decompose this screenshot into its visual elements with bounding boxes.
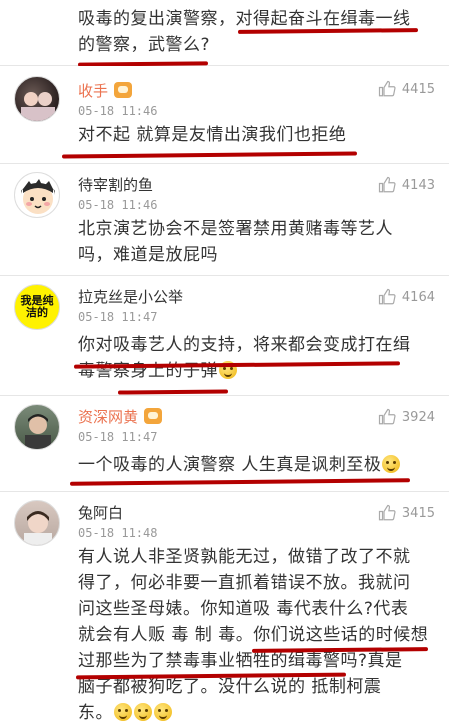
comment-item: 待宰割的鱼 05-18 11:46 4143 北京演艺协会不是签署禁用黄赌毒等艺… bbox=[0, 164, 449, 276]
like-count: 4143 bbox=[401, 177, 435, 193]
thumbs-up-icon bbox=[378, 176, 396, 193]
comment-line-text: 脑子都被狗吃了。没什么说的 抵制柯震 bbox=[78, 677, 382, 697]
comment-top-partial: 吸毒的复出演警察，对得起奋斗在缉毒一线 的警察，武警么? bbox=[0, 0, 449, 66]
like-button[interactable]: 3415 bbox=[378, 504, 435, 522]
comment-item: 兔阿白 05-18 11:48 3415 有人说人非圣贤孰能无过，做错了改了不就… bbox=[0, 492, 449, 728]
comment-line: 得了，何必非要一直抓着错误不放。我就问 bbox=[78, 573, 411, 593]
thumbs-up-icon bbox=[378, 80, 396, 97]
avatar[interactable] bbox=[14, 76, 60, 122]
like-count: 3924 bbox=[401, 409, 435, 425]
timestamp: 05-18 11:46 bbox=[78, 198, 158, 212]
avatar-text: 我是纯洁的 bbox=[20, 294, 54, 319]
avatar[interactable] bbox=[14, 172, 60, 218]
comment-item: 我是纯洁的 拉克丝是小公举 05-18 11:47 4164 你对吸毒艺人的支持… bbox=[0, 276, 449, 396]
comment-line-text: 一个吸毒的人演警察 人生真是讽刺至极 bbox=[78, 455, 382, 475]
avatar[interactable]: 我是纯洁的 bbox=[14, 284, 60, 330]
like-count: 3415 bbox=[401, 505, 435, 521]
username-text[interactable]: 兔阿白 bbox=[78, 504, 123, 522]
timestamp: 05-18 11:47 bbox=[78, 430, 158, 444]
comment-line: 一个吸毒的人演警察 人生真是讽刺至极 bbox=[78, 452, 433, 478]
comment-body: 对不起 就算是友情出演我们也拒绝 bbox=[78, 122, 433, 148]
like-button[interactable]: 4164 bbox=[378, 288, 435, 306]
comment-line: 问这些圣母婊。你知道吸 毒代表什么?代表 bbox=[78, 599, 409, 619]
smile-emoji-icon bbox=[134, 703, 152, 721]
comment-body: 有人说人非圣贤孰能无过，做错了改了不就 得了，何必非要一直抓着错误不放。我就问 … bbox=[78, 544, 433, 726]
comment-line: 就会有人贩 毒 制 毒。你们说这些话的时候想 bbox=[78, 625, 429, 645]
like-button[interactable]: 4415 bbox=[378, 80, 435, 98]
comment-line: 吗，难道是放屁吗 bbox=[78, 245, 218, 265]
username[interactable]: 资深网黄 bbox=[78, 406, 163, 427]
vip-badge-icon bbox=[114, 82, 133, 98]
username[interactable]: 收手 bbox=[78, 80, 133, 101]
comment-line: 北京演艺协会不是签署禁用黄赌毒等艺人 bbox=[78, 219, 393, 239]
comment-item: 收手 05-18 11:46 4415 对不起 就算是友情出演我们也拒绝 bbox=[0, 66, 449, 164]
timestamp: 05-18 11:47 bbox=[78, 310, 158, 324]
like-count: 4164 bbox=[401, 289, 435, 305]
like-count: 4415 bbox=[401, 81, 435, 97]
username[interactable]: 待宰割的鱼 bbox=[78, 174, 153, 195]
comment-body: 你对吸毒艺人的支持，将来都会变成打在缉 毒警察身上的子弹 bbox=[78, 332, 433, 384]
timestamp: 05-18 11:48 bbox=[78, 526, 158, 540]
vip-badge-icon bbox=[144, 408, 163, 424]
username-text[interactable]: 待宰割的鱼 bbox=[78, 176, 153, 194]
avatar-photo-icon bbox=[25, 414, 51, 449]
username-text[interactable]: 拉克丝是小公举 bbox=[78, 288, 183, 306]
username[interactable]: 兔阿白 bbox=[78, 502, 123, 523]
username-text[interactable]: 收手 bbox=[78, 82, 108, 100]
avatar[interactable] bbox=[14, 404, 60, 450]
comment-line: 对不起 就算是友情出演我们也拒绝 bbox=[78, 125, 347, 145]
timestamp: 05-18 11:46 bbox=[78, 104, 158, 118]
thumbs-up-icon bbox=[378, 288, 396, 305]
smile-emoji-icon bbox=[114, 703, 132, 721]
thumbs-up-icon bbox=[378, 408, 396, 425]
cartoon-face-icon bbox=[21, 179, 55, 214]
like-button[interactable]: 4143 bbox=[378, 176, 435, 194]
comment-line-text: 东。 bbox=[78, 703, 113, 723]
smile-emoji-icon bbox=[382, 455, 401, 473]
thumbs-up-icon bbox=[378, 504, 396, 521]
like-button[interactable]: 3924 bbox=[378, 408, 435, 426]
comment-line: 你对吸毒艺人的支持，将来都会变成打在缉 bbox=[78, 335, 411, 355]
comment-body: 一个吸毒的人演警察 人生真是讽刺至极 bbox=[78, 452, 433, 478]
comment-line: 东。 bbox=[78, 700, 433, 726]
avatar-photo-icon bbox=[21, 92, 55, 121]
comment-line: 有人说人非圣贤孰能无过，做错了改了不就 bbox=[78, 547, 411, 567]
username[interactable]: 拉克丝是小公举 bbox=[78, 286, 183, 307]
comment-line: 的警察，武警么? bbox=[78, 35, 211, 55]
avatar-photo-icon bbox=[24, 511, 52, 545]
smile-emoji-icon bbox=[154, 703, 172, 721]
username-text[interactable]: 资深网黄 bbox=[78, 408, 138, 426]
avatar[interactable] bbox=[14, 500, 60, 546]
comment-body: 北京演艺协会不是签署禁用黄赌毒等艺人 吗，难道是放屁吗 bbox=[78, 216, 433, 268]
